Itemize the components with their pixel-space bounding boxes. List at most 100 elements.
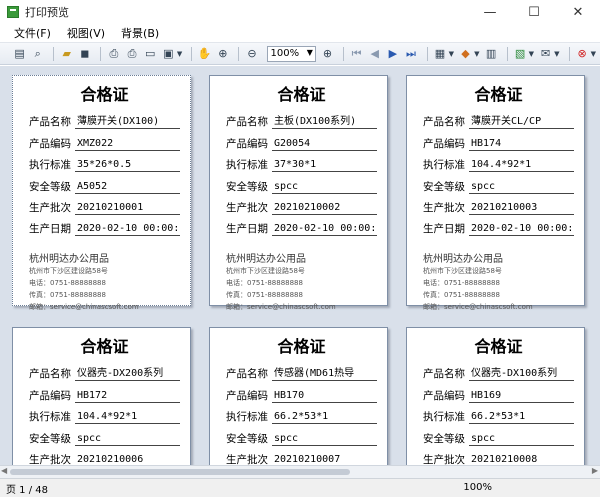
date-label: 生产日期 xyxy=(423,223,465,236)
batch-value: 20210210001 xyxy=(75,200,180,215)
batch-value: 20210210007 xyxy=(272,452,377,466)
save-icon[interactable]: ◼ xyxy=(77,46,92,62)
quick-print-icon[interactable]: ⎙ xyxy=(125,46,140,62)
product-name-value: 仪器壳-DX200系列 xyxy=(75,366,180,382)
open-folder-icon[interactable]: ▰ xyxy=(59,46,74,62)
standard-value: 66.2*53*1 xyxy=(272,409,377,425)
safety-value: spcc xyxy=(469,431,574,446)
last-page-icon[interactable]: ⏭ xyxy=(403,46,418,62)
company-address: 杭州市下沙区建设路58号 xyxy=(226,267,305,276)
chevron-down-icon[interactable]: ▼ xyxy=(529,50,534,58)
safety-value: spcc xyxy=(469,179,574,194)
product-code-label: 产品编码 xyxy=(226,389,268,402)
certificate-card: 合格证 产品名称 仪器壳-DX100系列 产品编码 HB169 执行标准 66.2*5… xyxy=(406,327,585,466)
thumbnail-icon[interactable]: ▤ xyxy=(12,46,27,62)
status-bar: 页 1 / 48 100% xyxy=(0,478,600,497)
minimize-button[interactable]: — xyxy=(468,0,512,24)
standard-value: 66.2*53*1 xyxy=(469,409,574,425)
menu-file[interactable]: 文件(F) xyxy=(14,25,51,41)
product-code-label: 产品编码 xyxy=(29,389,71,402)
product-code-label: 产品编码 xyxy=(423,137,465,150)
product-name-label: 产品名称 xyxy=(423,368,465,381)
first-page-icon[interactable]: ⏮ xyxy=(349,46,364,62)
multipage-icon[interactable]: ▦ xyxy=(432,46,447,62)
close-button[interactable]: ✕ xyxy=(556,0,600,24)
zoom-out-icon[interactable]: ⊖ xyxy=(244,46,259,62)
company-fax: 传真：0751-88888888 xyxy=(29,291,106,300)
next-page-icon[interactable]: ▶ xyxy=(385,46,400,62)
card-title: 合格证 xyxy=(80,85,129,104)
chevron-down-icon[interactable]: ▼ xyxy=(591,50,596,58)
maximize-button[interactable]: ☐ xyxy=(512,0,556,24)
zoom-select[interactable]: 100% ▼ xyxy=(266,45,316,62)
company-phone: 电话：0751-88888888 xyxy=(29,279,106,288)
toolbar-separator xyxy=(568,46,570,61)
date-value: 2020-02-10 00:00: xyxy=(75,223,180,237)
batch-label: 生产批次 xyxy=(423,453,465,466)
chevron-down-icon[interactable]: ▼ xyxy=(177,50,182,58)
toolbar-separator xyxy=(191,46,193,61)
safety-label: 安全等级 xyxy=(29,432,71,445)
find-icon[interactable]: ⌕ xyxy=(30,46,45,62)
company-address: 杭州市下沙区建设路58号 xyxy=(29,267,108,276)
batch-label: 生产批次 xyxy=(29,453,71,466)
email-icon[interactable]: ✉ xyxy=(538,46,553,62)
menu-view[interactable]: 视图(V) xyxy=(67,25,105,41)
toolbar-separator xyxy=(426,46,428,61)
page-indicator: 页 1 / 48 xyxy=(6,484,48,496)
toolbar-separator xyxy=(238,46,240,61)
toolbar-separator xyxy=(506,46,508,61)
toolbar-separator xyxy=(53,46,55,61)
certificate-card: 合格证 产品名称 薄膜开关(DX100) 产品编码 XMZ022 执行标准 35*26… xyxy=(12,75,191,311)
menu-background[interactable]: 背景(B) xyxy=(121,25,159,41)
export-icon[interactable]: ▧ xyxy=(513,46,528,62)
page-setup-icon[interactable]: ▭ xyxy=(143,46,158,62)
standard-label: 执行标准 xyxy=(423,159,465,172)
product-name-label: 产品名称 xyxy=(423,116,465,129)
zoom-value: 100% xyxy=(270,48,300,59)
scroll-right-icon[interactable]: ▶ xyxy=(592,466,598,475)
safety-value: spcc xyxy=(272,179,377,194)
batch-value: 20210210008 xyxy=(469,452,574,466)
company-name: 杭州明达办公用品 xyxy=(29,254,109,266)
print-icon[interactable]: ⎙ xyxy=(106,46,121,62)
safety-label: 安全等级 xyxy=(226,432,268,445)
toolbar-separator xyxy=(100,46,102,61)
scrollbar-thumb[interactable] xyxy=(10,469,350,475)
company-phone: 电话：0751-88888888 xyxy=(423,279,500,288)
product-name-value: 仪器壳-DX100系列 xyxy=(469,366,574,382)
chevron-down-icon[interactable]: ▼ xyxy=(449,50,454,58)
certificate-card: 合格证 产品名称 薄膜开关CL/CP 产品编码 HB174 执行标准 104.4*92… xyxy=(406,75,585,311)
certificate-card: 合格证 产品名称 传感器(MD61热导 产品编码 HB170 执行标准 66.2*53… xyxy=(209,327,388,466)
watermark-icon[interactable]: ▥ xyxy=(483,46,498,62)
chevron-down-icon[interactable]: ▼ xyxy=(554,50,559,58)
product-name-label: 产品名称 xyxy=(29,116,71,129)
magnifier-icon[interactable]: ⊕ xyxy=(215,46,230,62)
menu-bar: 文件(F) 视图(V) 背景(B) xyxy=(0,24,600,43)
batch-label: 生产批次 xyxy=(226,453,268,466)
preview-area[interactable]: 合格证 产品名称 薄膜开关(DX100) 产品编码 XMZ022 执行标准 35*26… xyxy=(0,66,600,466)
hand-tool-icon[interactable]: ✋ xyxy=(197,46,212,62)
product-code-value: HB169 xyxy=(469,388,574,403)
scale-icon[interactable]: ▣ xyxy=(161,46,176,62)
product-name-label: 产品名称 xyxy=(29,368,71,381)
toolbar-separator xyxy=(343,46,344,61)
safety-label: 安全等级 xyxy=(29,180,71,193)
scroll-left-icon[interactable]: ◀ xyxy=(1,466,7,475)
zoom-in-icon[interactable]: ⊕ xyxy=(320,46,335,62)
horizontal-scrollbar[interactable]: ◀ ▶ xyxy=(0,465,600,478)
chevron-down-icon[interactable]: ▼ xyxy=(474,50,479,58)
safety-value: spcc xyxy=(272,431,377,446)
exit-icon[interactable]: ⊗ xyxy=(575,46,590,62)
safety-label: 安全等级 xyxy=(423,180,465,193)
product-name-value: 薄膜开关(DX100) xyxy=(75,114,180,130)
prev-page-icon[interactable]: ◀ xyxy=(367,46,382,62)
company-phone: 电话：0751-88888888 xyxy=(226,279,303,288)
product-code-label: 产品编码 xyxy=(226,137,268,150)
card-title: 合格证 xyxy=(80,337,129,356)
company-fax: 传真：0751-88888888 xyxy=(423,291,500,300)
batch-label: 生产批次 xyxy=(29,201,71,214)
color-icon[interactable]: ◆ xyxy=(458,46,473,62)
certificate-card: 合格证 产品名称 主板(DX100系列) 产品编码 G20054 执行标准 37*30… xyxy=(209,75,388,311)
app-icon xyxy=(7,6,19,18)
